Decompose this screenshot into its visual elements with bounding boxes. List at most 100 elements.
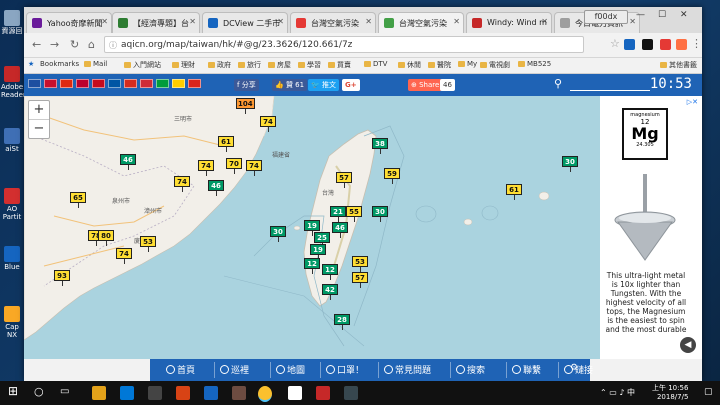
language-flag-icon[interactable] [172,79,185,88]
aqi-station-marker[interactable]: 25 [314,232,330,248]
browser-tab[interactable]: 台灣空氣污染 ✕ [290,12,376,33]
extension-icon[interactable] [642,39,653,50]
tweet-button[interactable]: 🐦 推文 [308,79,339,91]
bookmark-item[interactable]: MB525 [518,60,551,68]
aqi-station-marker[interactable]: 74 [246,160,262,176]
aqi-station-marker[interactable]: 61 [218,136,234,152]
bookmark-item[interactable]: 學習 [298,60,321,70]
browser-tab[interactable]: Yahoo奇摩新聞 ✕ [26,12,112,33]
minimize-icon[interactable]: — [636,10,645,20]
bookmark-item[interactable]: My [458,60,477,68]
language-flag-icon[interactable] [140,79,153,88]
aqi-station-marker[interactable]: 21 [330,206,346,222]
facebook-share-button[interactable]: f 分享 [234,79,259,91]
aqi-station-marker[interactable]: 19 [310,244,326,260]
close-window-icon[interactable]: ✕ [680,10,688,20]
nav-item[interactable]: 巡裡 [220,363,249,376]
aqi-station-marker[interactable]: 53 [352,256,368,272]
bookmark-item[interactable]: 理財 [172,60,195,70]
aqi-station-marker[interactable]: 57 [336,172,352,188]
desktop-shortcut[interactable]: Adobe Reader [1,66,26,99]
desktop-shortcut[interactable]: Cap NX [1,306,23,339]
forward-icon[interactable]: → [50,38,59,51]
aqi-station-marker[interactable]: 59 [384,168,400,184]
ad-choices-icon[interactable]: ▷✕ [687,98,698,106]
bookmark-item[interactable]: 醫院 [428,60,451,70]
bookmark-item[interactable]: 買賣 [328,60,351,70]
aqi-station-marker[interactable]: 93 [54,270,70,286]
desktop-shortcut[interactable]: aiSt [1,128,23,153]
share-button[interactable]: ⊕ Share [408,79,443,91]
task-view-icon[interactable]: ▭ [60,386,74,400]
aqi-station-marker[interactable]: 65 [70,192,86,208]
nav-item[interactable]: 搜索 [456,363,485,376]
language-flag-icon[interactable] [76,79,89,88]
facebook-like-button[interactable]: 👍 贊 61 [272,79,308,91]
language-flag-icon[interactable] [156,79,169,88]
address-bar[interactable]: ⓘ aqicn.org/map/taiwan/hk/#@g/23.3626/12… [104,36,584,53]
bookmark-item[interactable]: 房屋 [268,60,291,70]
aqi-station-marker[interactable]: 80 [98,230,114,246]
aqi-station-marker[interactable]: 53 [140,236,156,252]
extension-icon[interactable] [676,39,687,50]
menu-icon[interactable]: ⋮ [691,37,702,50]
aqi-station-marker[interactable]: 30 [562,156,578,172]
aqi-station-marker[interactable]: 46 [120,154,136,170]
tab-close-icon[interactable]: ✕ [101,17,108,26]
back-icon[interactable]: ← [32,38,41,51]
aqi-station-marker[interactable]: 42 [322,284,338,300]
nav-item[interactable]: 鏈接 [564,363,593,376]
language-flag-icon[interactable] [28,79,41,88]
scroll-indicator-icon[interactable]: ◀ [680,337,696,353]
desktop-shortcut[interactable]: AO Partit [1,188,23,221]
nav-item[interactable]: 口罩！ [326,363,364,376]
aqi-station-marker[interactable]: 74 [174,176,190,192]
tab-close-icon[interactable]: ✕ [629,17,636,26]
aqi-station-marker[interactable]: 55 [346,206,362,222]
nav-item[interactable]: 首頁 [166,363,195,376]
zoom-out-button[interactable]: − [29,120,49,138]
aqi-station-marker[interactable]: 74 [198,160,214,176]
file-explorer-icon[interactable] [92,386,106,400]
language-flag-icon[interactable] [44,79,57,88]
browser-tab[interactable]: 【經濟專題】台 ✕ [112,12,200,33]
notification-icon[interactable]: ▢ [704,388,713,397]
aqi-station-marker[interactable]: 61 [506,184,522,200]
aqi-map[interactable]: + − 福建省台灣三明市泉州市漳州市廈門市 104746146747074744… [24,96,600,359]
tab-close-icon[interactable]: ✕ [365,17,372,26]
aqi-station-marker[interactable]: 38 [372,138,388,154]
bookmark-item[interactable]: 政府 [208,60,231,70]
language-flag-icon[interactable] [124,79,137,88]
bookmark-item[interactable]: 旅行 [238,60,261,70]
aqi-station-marker[interactable]: 46 [208,180,224,196]
store-icon[interactable] [148,386,162,400]
extension-icon[interactable] [624,39,635,50]
other-bookmarks[interactable]: 其他書籤 [660,60,697,70]
tab-close-icon[interactable]: ✕ [277,17,284,26]
tab-close-icon[interactable]: ✕ [189,17,196,26]
bookmark-item[interactable]: Mail [84,60,107,68]
aqi-station-marker[interactable]: 57 [352,272,368,288]
settings-icon[interactable]: ⚙ [570,363,578,373]
nav-item[interactable]: 常見問題 [384,363,431,376]
home-button-icon[interactable]: ⌂ [88,38,95,51]
aqi-station-marker[interactable]: 74 [260,116,276,132]
aqi-station-marker[interactable]: 46 [332,222,348,238]
desktop-shortcut[interactable]: 資源回 [1,10,23,35]
app-icon[interactable] [204,386,218,400]
bookmark-item[interactable]: 入門網站 [124,60,161,70]
profile-name[interactable]: f00dx [584,10,628,24]
browser-tab[interactable]: DCView 二手市 ✕ [202,12,288,33]
language-flag-icon[interactable] [188,79,201,88]
bookmarks-label[interactable]: Bookmarks [40,60,79,68]
aqi-station-marker[interactable]: 30 [270,226,286,242]
aqi-station-marker[interactable]: 104 [236,98,255,114]
aqi-station-marker[interactable]: 28 [334,314,350,330]
language-flag-icon[interactable] [92,79,105,88]
app-icon[interactable] [344,386,358,400]
language-flag-icon[interactable] [60,79,73,88]
aqi-station-marker[interactable]: 70 [226,158,242,174]
maximize-icon[interactable]: ☐ [658,10,666,20]
bookmark-item[interactable]: DTV [364,60,387,68]
browser-tab[interactable]: 台灣空氣污染 ✕ [378,12,464,33]
